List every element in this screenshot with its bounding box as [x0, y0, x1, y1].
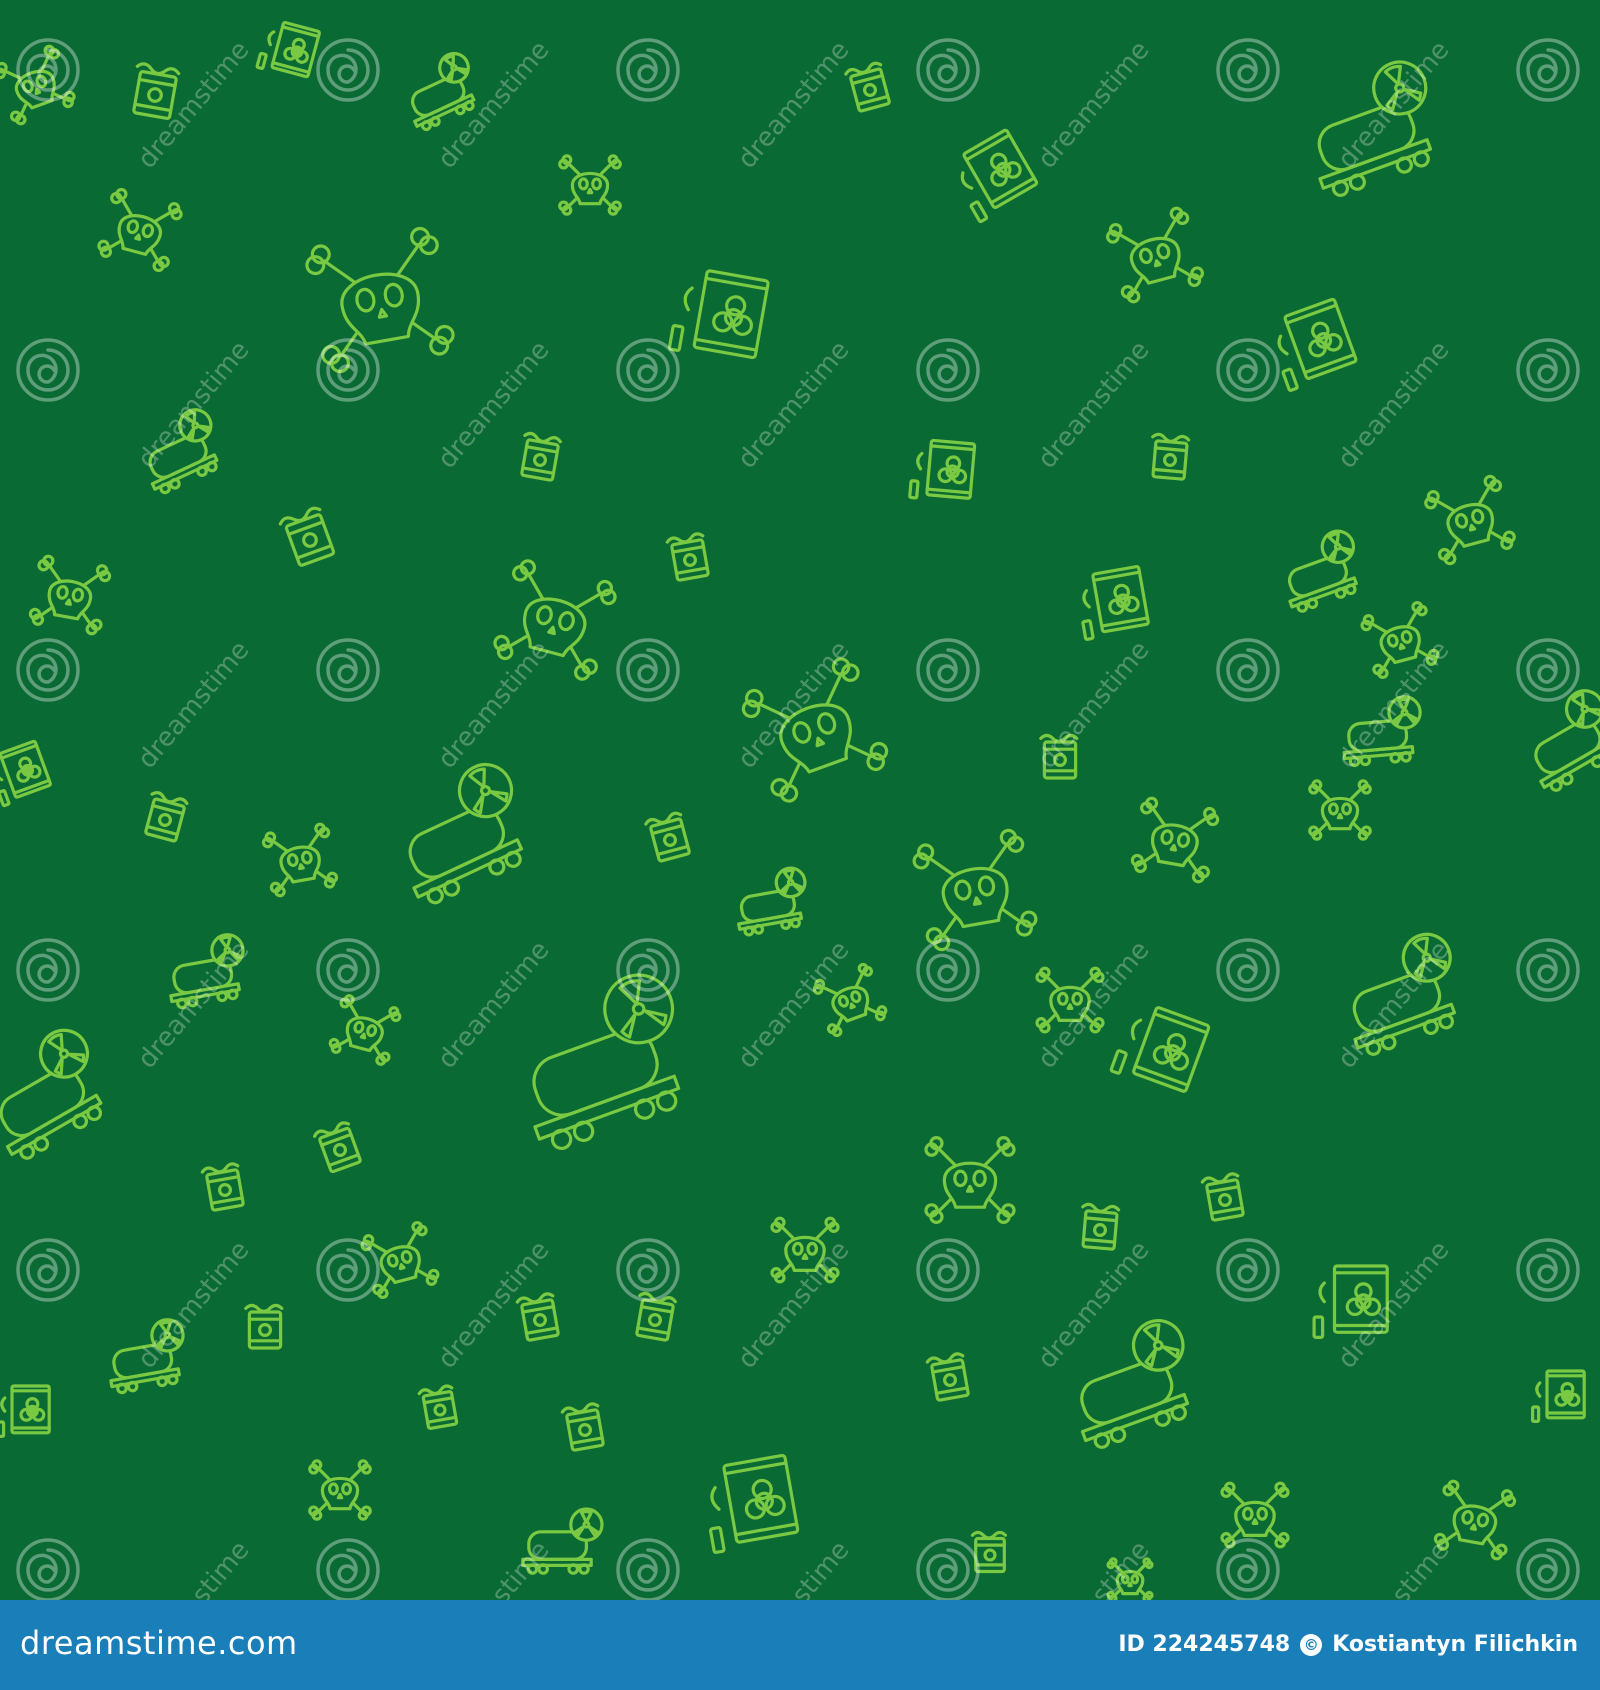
image-id: ID 224245748	[1118, 1632, 1291, 1657]
site-logo[interactable]: dreamstime.com	[20, 1624, 298, 1662]
stock-image: dreamstime dreamstime dreamstime dreamstime…	[0, 0, 1600, 1690]
footer-bar: dreamstime.com ID 224245748 © Kostiantyn…	[0, 1600, 1600, 1690]
pattern-canvas: dreamstime dreamstime dreamstime dreamstime…	[0, 0, 1600, 1600]
image-meta: ID 224245748 © Kostiantyn Filichkin	[1118, 1632, 1578, 1657]
copyright-icon: ©	[1300, 1633, 1323, 1656]
author-name[interactable]: Kostiantyn Filichkin	[1332, 1632, 1578, 1657]
